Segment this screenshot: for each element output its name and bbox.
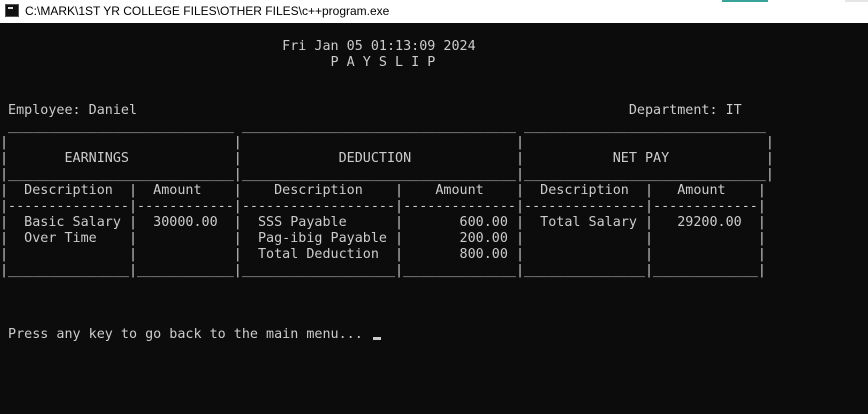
table-row: | Basic Salary | 30000.00 | SSS Payable … <box>0 215 766 230</box>
console-output[interactable]: Fri Jan 05 01:13:09 2024 P A Y S L I P E… <box>0 23 868 414</box>
table-border-line: |____________________________|__________… <box>0 167 774 182</box>
table-row: | | | Total Deduction | 800.00 | | | <box>0 247 766 262</box>
console-app-icon <box>5 4 19 17</box>
payslip-heading: P A Y S L I P <box>0 55 436 70</box>
table-bottom-border: |_______________|____________|__________… <box>0 263 766 278</box>
text-cursor <box>372 337 381 340</box>
titlebar-accent <box>722 0 768 2</box>
date-time-line: Fri Jan 05 01:13:09 2024 <box>0 39 476 54</box>
column-headers-row: | Description | Amount | Description | A… <box>0 183 766 198</box>
section-headers-row: | EARNINGS | DEDUCTION | NET PAY | <box>0 151 774 166</box>
table-separator-line: |---------------|------------|----------… <box>0 199 766 214</box>
table-border-line: | | | | <box>0 135 774 150</box>
table-top-border: ____________________________ ___________… <box>0 119 766 134</box>
employee-department-line: Employee: Daniel Department: IT <box>0 103 742 118</box>
titlebar-accent-right <box>845 0 868 2</box>
window-title: C:\MARK\1ST YR COLLEGE FILES\OTHER FILES… <box>25 4 390 18</box>
prompt-line: Press any key to go back to the main men… <box>0 327 381 343</box>
window-titlebar[interactable]: C:\MARK\1ST YR COLLEGE FILES\OTHER FILES… <box>0 0 868 23</box>
table-row: | Over Time | | Pag-ibig Payable | 200.0… <box>0 231 766 246</box>
